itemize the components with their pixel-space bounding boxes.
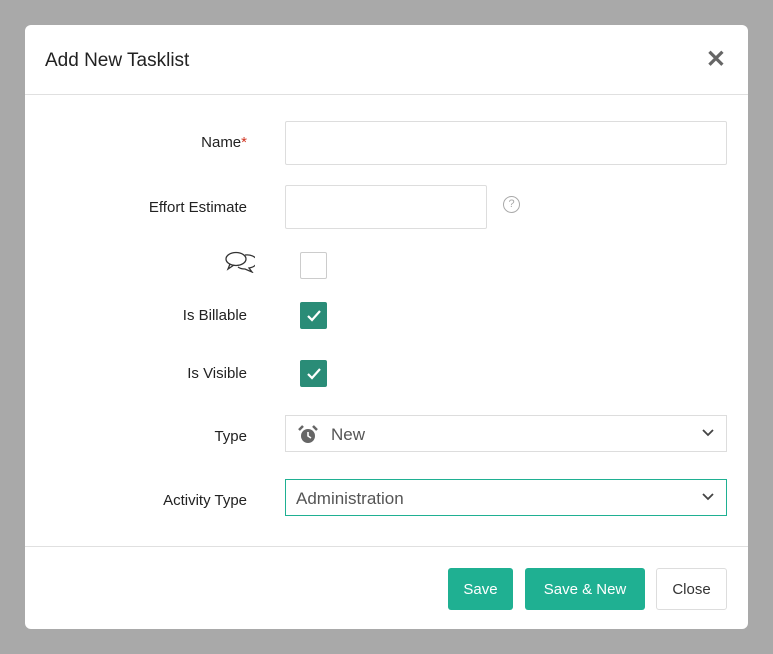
chevron-down-icon xyxy=(702,493,714,501)
name-input[interactable] xyxy=(285,121,727,165)
is-billable-checkbox[interactable] xyxy=(300,302,327,329)
effort-estimate-input[interactable] xyxy=(285,185,487,229)
dialog-title: Add New Tasklist xyxy=(45,50,190,71)
alarm-clock-icon xyxy=(298,425,318,443)
check-icon xyxy=(307,368,321,380)
type-select[interactable]: New xyxy=(285,415,727,452)
type-label: Type xyxy=(214,428,247,445)
is-visible-label: Is Visible xyxy=(187,365,247,382)
activity-type-select[interactable]: Administration xyxy=(285,479,727,516)
name-label: Name* xyxy=(201,134,247,151)
chevron-down-icon xyxy=(702,429,714,437)
is-billable-label: Is Billable xyxy=(182,307,247,324)
dialog-footer: Save Save & New Close xyxy=(25,546,748,629)
close-icon[interactable]: ✕ xyxy=(706,45,726,74)
save-and-new-button[interactable]: Save & New xyxy=(525,568,645,610)
activity-type-label: Activity Type xyxy=(163,492,247,509)
close-button[interactable]: Close xyxy=(656,568,727,610)
comments-checkbox[interactable] xyxy=(300,252,327,279)
dialog-header: Add New Tasklist ✕ xyxy=(25,25,748,95)
type-value: New xyxy=(331,425,366,444)
effort-estimate-label: Effort Estimate xyxy=(148,199,247,216)
add-tasklist-dialog: Add New Tasklist ✕ Name* Effort Estimate… xyxy=(25,25,748,629)
is-visible-checkbox[interactable] xyxy=(300,360,327,387)
check-icon xyxy=(307,310,321,322)
save-button[interactable]: Save xyxy=(448,568,513,610)
activity-type-value: Administration xyxy=(296,489,404,508)
comments-icon xyxy=(225,251,258,278)
help-icon[interactable]: ? xyxy=(503,196,520,213)
